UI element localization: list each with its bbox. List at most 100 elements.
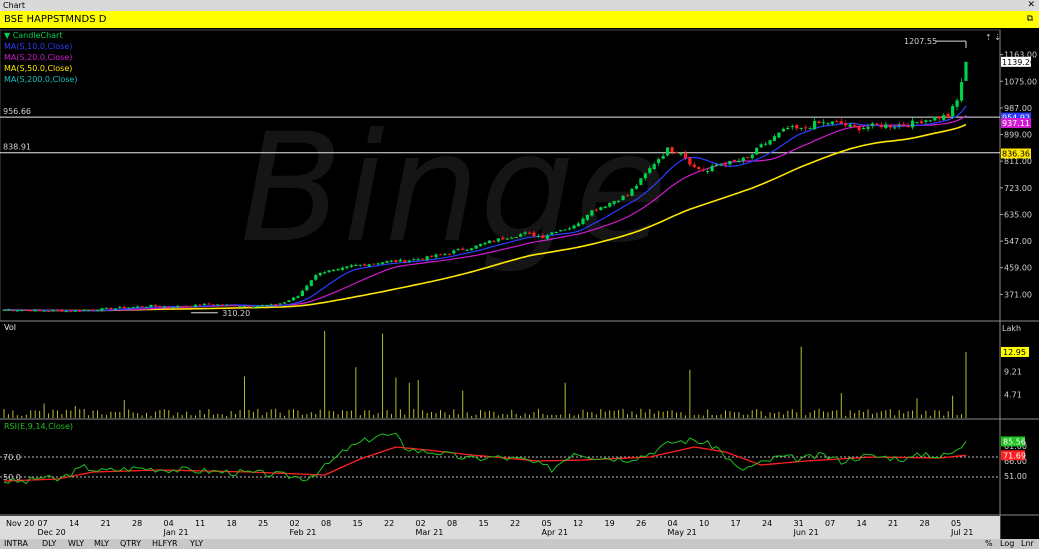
candle bbox=[634, 185, 639, 189]
timeframe-tab-wly[interactable]: WLY bbox=[68, 539, 84, 549]
candle bbox=[51, 310, 55, 312]
candle bbox=[723, 164, 728, 166]
rsi-level-label: 70.0 bbox=[3, 453, 21, 462]
candle bbox=[919, 121, 924, 124]
candle bbox=[394, 260, 398, 262]
candle bbox=[398, 259, 402, 262]
price-tick-label: 899.00 bbox=[1004, 131, 1032, 140]
candle bbox=[835, 121, 839, 123]
candle bbox=[198, 304, 202, 306]
candle bbox=[746, 156, 750, 158]
date-tick-label: 31 bbox=[794, 519, 804, 528]
candle bbox=[594, 209, 598, 211]
timeframe-tab-hlfyr[interactable]: HLFYR bbox=[152, 539, 178, 549]
rsi-tick-label: 51.00 bbox=[1004, 472, 1027, 481]
candle bbox=[679, 153, 683, 155]
candle bbox=[888, 125, 892, 128]
restore-window-icon[interactable]: ⧉ bbox=[1027, 11, 1033, 28]
candle bbox=[127, 307, 131, 309]
candle bbox=[612, 201, 616, 204]
candle bbox=[193, 304, 198, 308]
candle bbox=[300, 290, 304, 297]
price-tick-label: 811.00 bbox=[1004, 157, 1032, 166]
candle bbox=[180, 306, 184, 308]
date-tick-label: 18 bbox=[227, 519, 237, 528]
candle bbox=[95, 310, 100, 312]
date-tick-label: 21 bbox=[101, 519, 111, 528]
candle bbox=[438, 254, 443, 256]
date-tick-label: 08 bbox=[447, 519, 457, 528]
chart-canvas[interactable]: Binge 1163.001075.00987.00899.00811.0072… bbox=[0, 28, 1039, 539]
date-tick-label: 08 bbox=[321, 519, 331, 528]
volume-label: Vol bbox=[4, 323, 16, 332]
candle bbox=[603, 206, 607, 209]
price-tick-label: 371.00 bbox=[1004, 290, 1032, 299]
candle bbox=[100, 308, 104, 311]
candle bbox=[274, 304, 278, 306]
timeframe-tab-mly[interactable]: MLY bbox=[94, 539, 109, 549]
candle bbox=[11, 310, 15, 312]
candle bbox=[661, 156, 665, 159]
candle bbox=[884, 124, 888, 129]
candle bbox=[688, 157, 692, 165]
window-titlebar: Chart ✕ bbox=[0, 0, 1039, 11]
scroll-arrows: ⇡ ⇣ bbox=[985, 33, 1001, 42]
date-tick-label: 12 bbox=[573, 519, 583, 528]
scale-option-percent[interactable]: % bbox=[985, 539, 993, 549]
date-tick-label: 05 bbox=[951, 519, 961, 528]
date-tick-label: 26 bbox=[636, 519, 646, 528]
candle bbox=[461, 248, 465, 251]
candle bbox=[20, 310, 24, 312]
candle bbox=[617, 200, 621, 202]
date-tick-label: Nov 20 bbox=[6, 519, 34, 528]
timeframe-tab-yly[interactable]: YLY bbox=[190, 539, 203, 549]
candle bbox=[861, 127, 866, 130]
price-tag: 937.11 bbox=[1002, 119, 1030, 128]
candle bbox=[185, 306, 189, 308]
candle bbox=[118, 307, 122, 309]
candle bbox=[2, 309, 6, 311]
timeframe-tab-dly[interactable]: DLY bbox=[42, 539, 56, 549]
candle bbox=[812, 120, 817, 130]
candle bbox=[305, 285, 309, 291]
candle bbox=[527, 232, 532, 234]
legend-item: MA(S,200.0,Close) bbox=[4, 75, 77, 84]
date-axis-bg bbox=[0, 516, 1000, 539]
candle bbox=[447, 253, 451, 255]
candle bbox=[421, 258, 425, 260]
candle bbox=[149, 304, 153, 308]
candle bbox=[372, 263, 376, 265]
candle bbox=[136, 306, 140, 308]
candle bbox=[550, 232, 554, 235]
level-label: 838.91 bbox=[3, 143, 31, 152]
candle bbox=[367, 264, 371, 267]
candle bbox=[336, 269, 340, 271]
window-title: Chart bbox=[3, 1, 25, 10]
candle bbox=[496, 238, 500, 242]
candle bbox=[385, 261, 389, 263]
candle bbox=[167, 306, 171, 308]
timeframe-tab-intra[interactable]: INTRA bbox=[4, 539, 28, 549]
candle bbox=[238, 306, 242, 308]
scale-option-lnr[interactable]: Lnr bbox=[1021, 539, 1034, 549]
candle bbox=[465, 249, 469, 251]
candle bbox=[345, 266, 349, 269]
candle bbox=[233, 305, 238, 307]
candle bbox=[808, 128, 812, 130]
timeframe-tab-qtry[interactable]: QTRY bbox=[120, 539, 141, 549]
price-tick-label: 1075.00 bbox=[1004, 77, 1037, 86]
candle bbox=[559, 230, 563, 232]
candle bbox=[710, 165, 714, 172]
candle bbox=[951, 106, 955, 117]
candle bbox=[260, 305, 264, 307]
date-tick-label: 22 bbox=[510, 519, 520, 528]
candle bbox=[933, 116, 937, 121]
close-icon[interactable]: ✕ bbox=[1027, 0, 1035, 11]
candle bbox=[714, 164, 719, 166]
scale-option-log[interactable]: Log bbox=[1000, 539, 1014, 549]
candle bbox=[202, 303, 207, 306]
candle bbox=[576, 223, 581, 227]
candle bbox=[683, 152, 688, 159]
candle bbox=[839, 121, 843, 124]
candle bbox=[581, 218, 585, 225]
